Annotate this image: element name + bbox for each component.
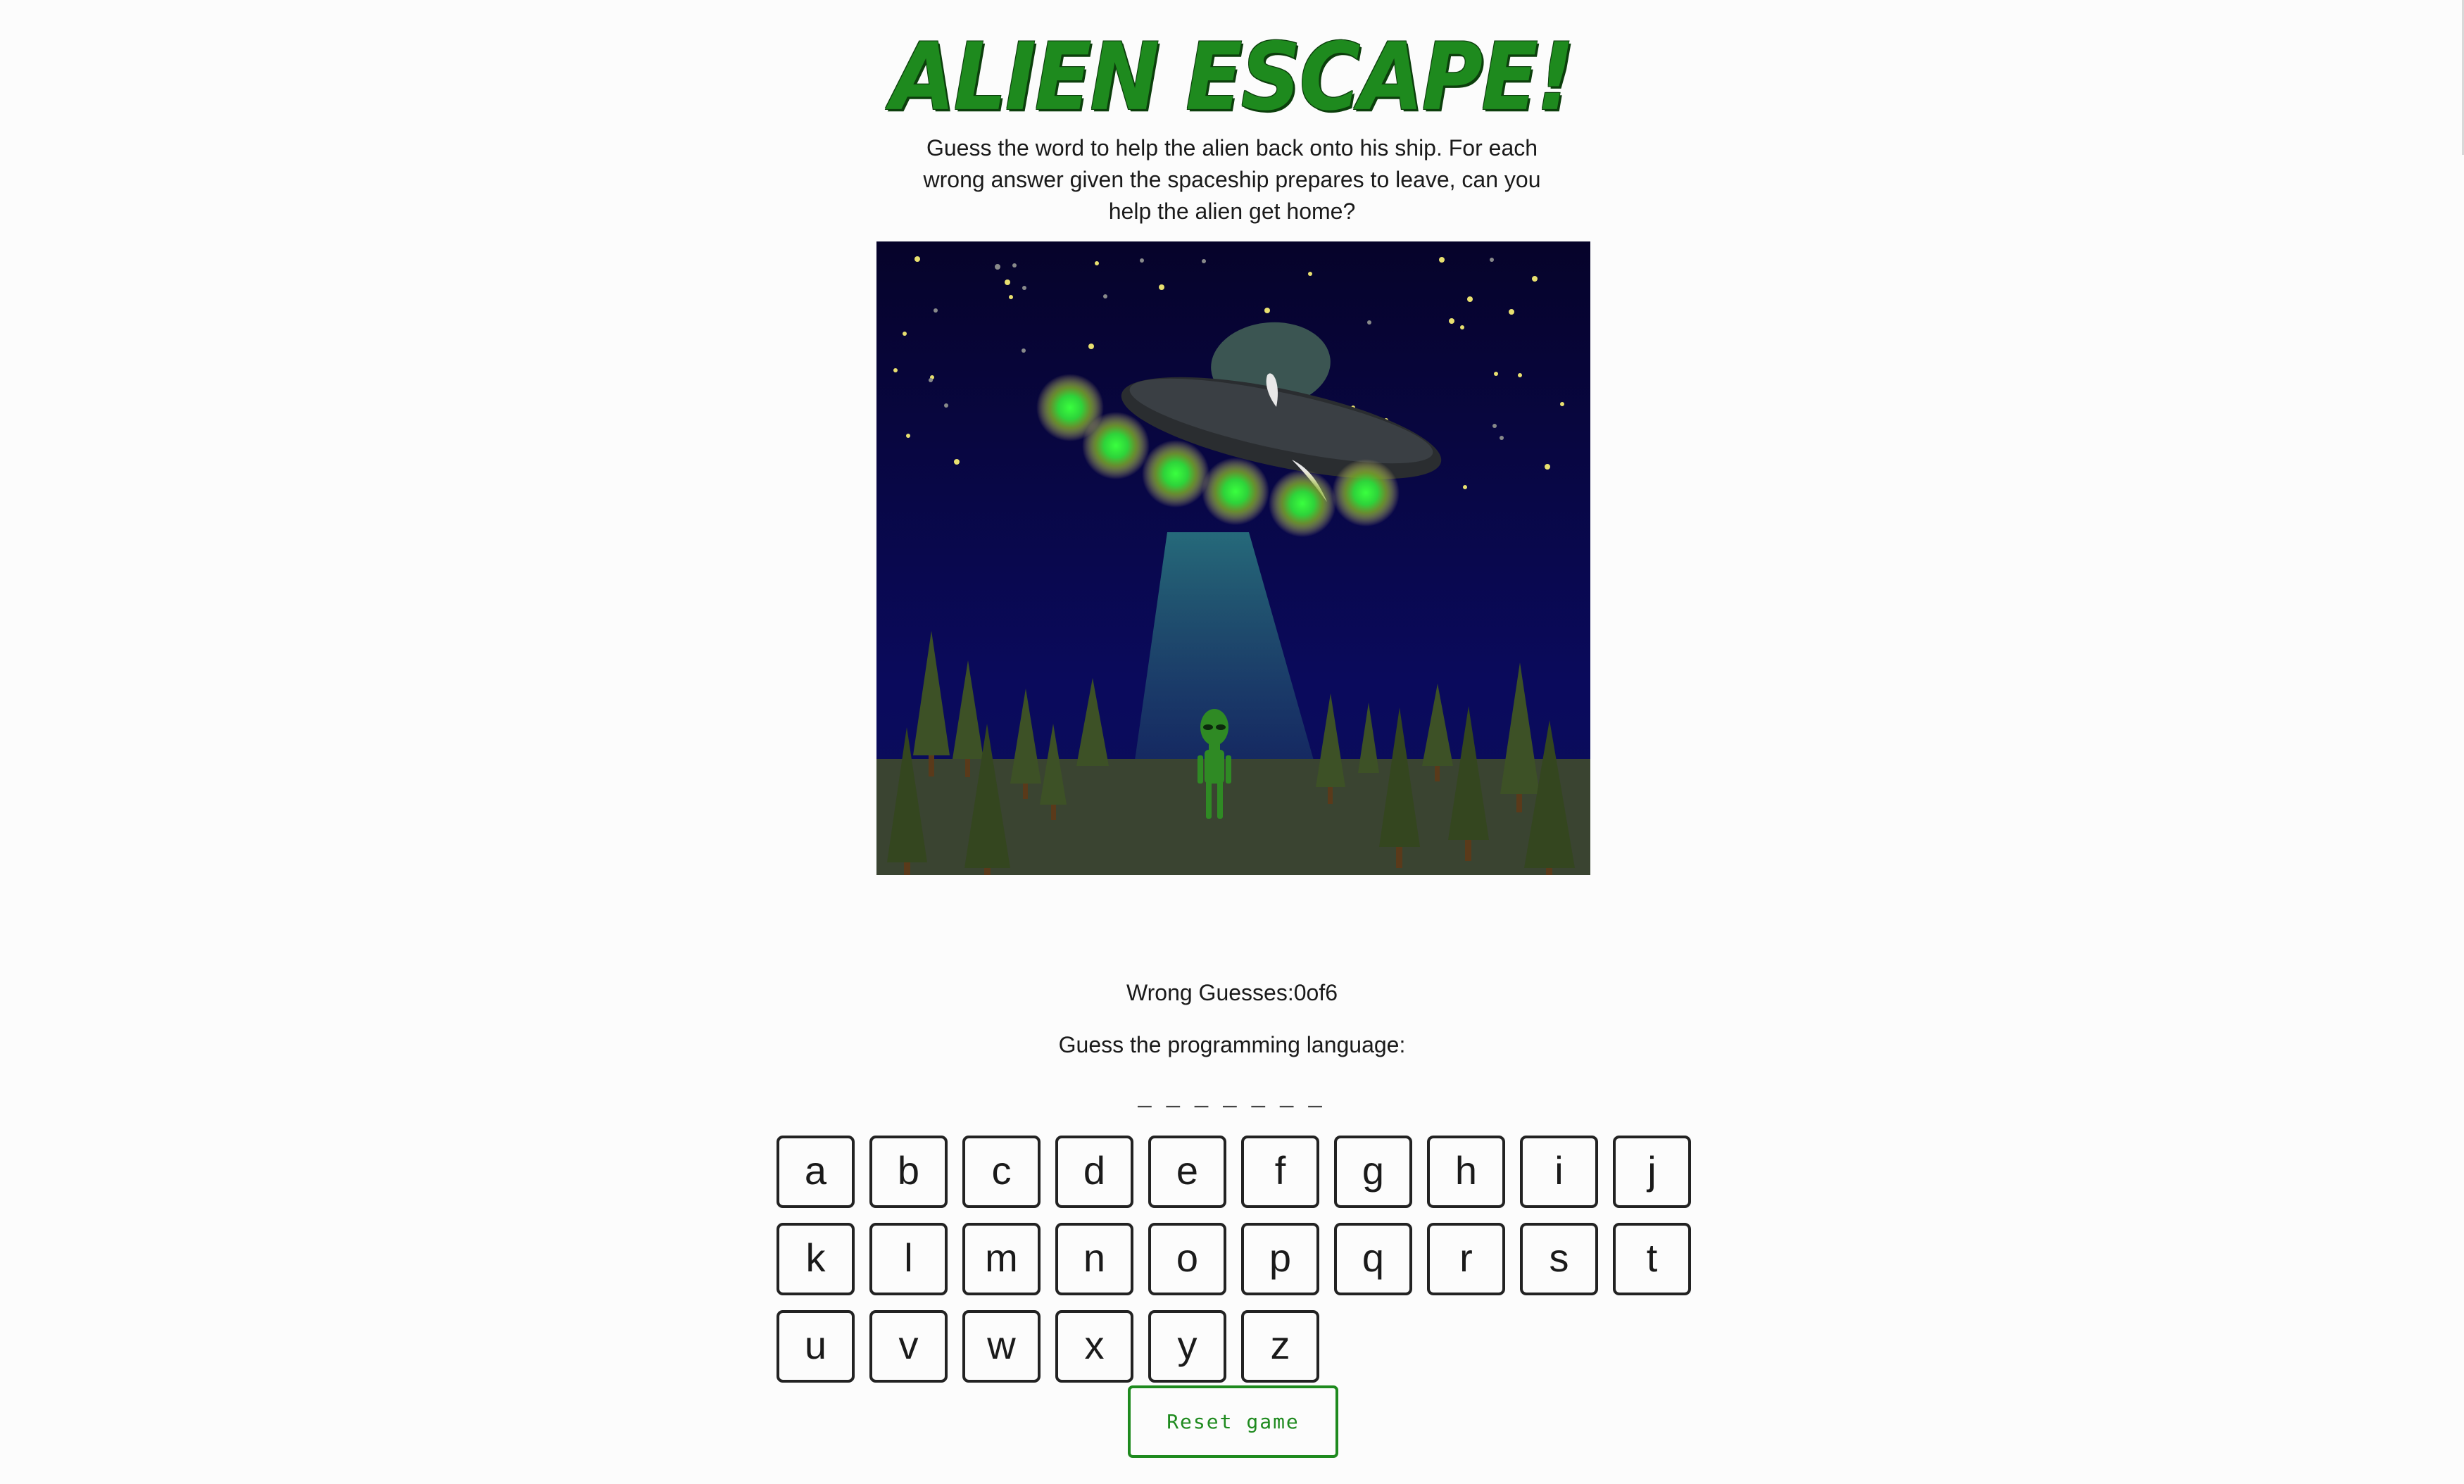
- letter-key-t[interactable]: t: [1613, 1223, 1691, 1295]
- letter-key-z[interactable]: z: [1241, 1310, 1319, 1383]
- word-category-prompt: Guess the programming language:: [1058, 1032, 1406, 1057]
- letter-key-d[interactable]: d: [1055, 1136, 1133, 1208]
- wrong-guesses-max: 6: [1325, 980, 1338, 1005]
- letter-keyboard: a b c d e f g h i j k l m n o p q r s t …: [777, 1136, 1692, 1383]
- letter-key-f[interactable]: f: [1241, 1136, 1319, 1208]
- wrong-guesses-of: of: [1306, 980, 1326, 1005]
- letter-key-r[interactable]: r: [1427, 1223, 1505, 1295]
- letter-key-c[interactable]: c: [962, 1136, 1041, 1208]
- letter-key-e[interactable]: e: [1148, 1136, 1226, 1208]
- wrong-guesses-count: 0: [1293, 980, 1307, 1005]
- letter-key-s[interactable]: s: [1520, 1223, 1598, 1295]
- letter-key-k[interactable]: k: [777, 1223, 855, 1295]
- letter-key-u[interactable]: u: [777, 1310, 855, 1383]
- wrong-guesses-label: Wrong Guesses:: [1126, 980, 1294, 1005]
- letter-key-b[interactable]: b: [869, 1136, 948, 1208]
- letter-key-p[interactable]: p: [1241, 1223, 1319, 1295]
- page-title: Alien Escape!: [891, 22, 1574, 132]
- alien-scene-illustration: [876, 241, 1590, 875]
- letter-key-j[interactable]: j: [1613, 1136, 1691, 1208]
- letter-key-m[interactable]: m: [962, 1223, 1041, 1295]
- letter-key-l[interactable]: l: [869, 1223, 948, 1295]
- letter-key-w[interactable]: w: [962, 1310, 1041, 1383]
- letter-key-o[interactable]: o: [1148, 1223, 1226, 1295]
- letter-key-g[interactable]: g: [1334, 1136, 1412, 1208]
- reset-game-button[interactable]: Reset game: [1128, 1385, 1338, 1458]
- letter-key-x[interactable]: x: [1055, 1310, 1133, 1383]
- letter-key-h[interactable]: h: [1427, 1136, 1505, 1208]
- letter-key-i[interactable]: i: [1520, 1136, 1598, 1208]
- wrong-guesses-counter: Wrong Guesses:0of6: [0, 980, 2464, 1006]
- letter-key-n[interactable]: n: [1055, 1223, 1133, 1295]
- letter-key-y[interactable]: y: [1148, 1310, 1226, 1383]
- letter-key-v[interactable]: v: [869, 1310, 948, 1383]
- letter-key-q[interactable]: q: [1334, 1223, 1412, 1295]
- hidden-word-display: _ _ _ _ _ _ _: [1138, 1081, 1326, 1108]
- letter-key-a[interactable]: a: [777, 1136, 855, 1208]
- game-instructions: Guess the word to help the alien back on…: [923, 135, 1541, 224]
